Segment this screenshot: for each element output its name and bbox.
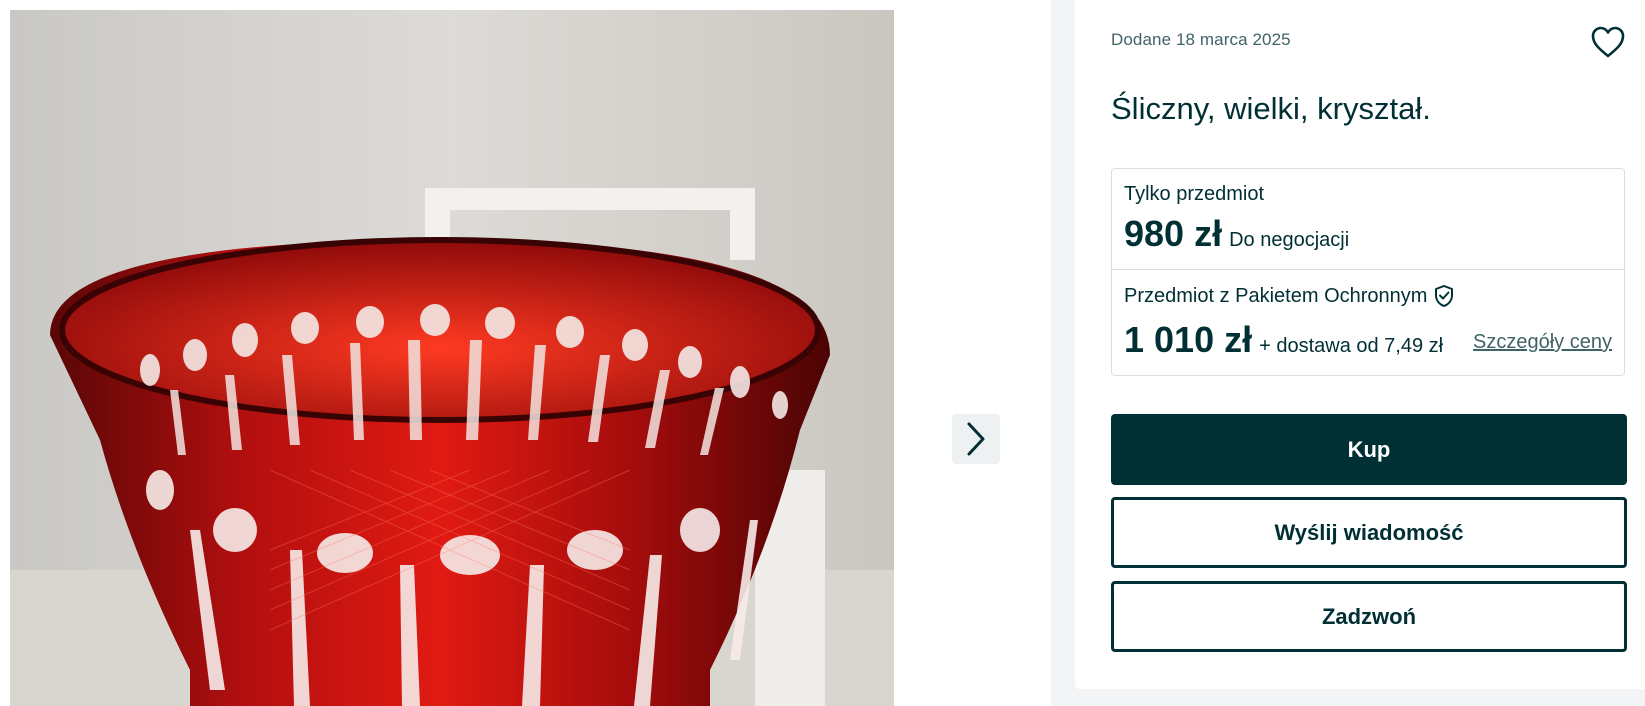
price-details-link[interactable]: Szczegóły ceny xyxy=(1473,331,1612,354)
send-message-button[interactable]: Wyślij wiadomość xyxy=(1111,497,1627,568)
shield-check-icon xyxy=(1435,285,1454,307)
item-only-price: 980 zł xyxy=(1124,213,1223,254)
crystal-bowl-image xyxy=(10,10,894,706)
protection-package-label-row: Przedmiot z Pakietem Ochronnym xyxy=(1124,284,1455,308)
protection-package-label: Przedmiot z Pakietem Ochronnym xyxy=(1124,284,1428,307)
protection-package-price: 1 010 zł xyxy=(1124,319,1253,360)
listing-title: Śliczny, wielki, kryształ. xyxy=(1111,91,1431,126)
price-box: Tylko przedmiot 980 zł Do negocjacji Prz… xyxy=(1111,168,1625,376)
shipping-cost: + dostawa od 7,49 zł xyxy=(1259,335,1444,357)
call-button[interactable]: Zadzwoń xyxy=(1111,581,1627,652)
item-only-price-row: Tylko przedmiot 980 zł Do negocjacji xyxy=(1112,169,1624,270)
chevron-right-icon xyxy=(967,422,985,456)
favorite-button[interactable] xyxy=(1588,22,1628,62)
buy-button[interactable]: Kup xyxy=(1111,414,1627,485)
item-only-label: Tylko przedmiot xyxy=(1124,183,1265,205)
listing-photo[interactable] xyxy=(10,10,894,706)
negotiable-label: Do negocjacji xyxy=(1229,229,1350,251)
listing-date: Dodane 18 marca 2025 xyxy=(1111,30,1291,49)
next-photo-button[interactable] xyxy=(952,414,1000,464)
heart-icon xyxy=(1591,26,1625,58)
photo-gallery xyxy=(0,0,1051,706)
